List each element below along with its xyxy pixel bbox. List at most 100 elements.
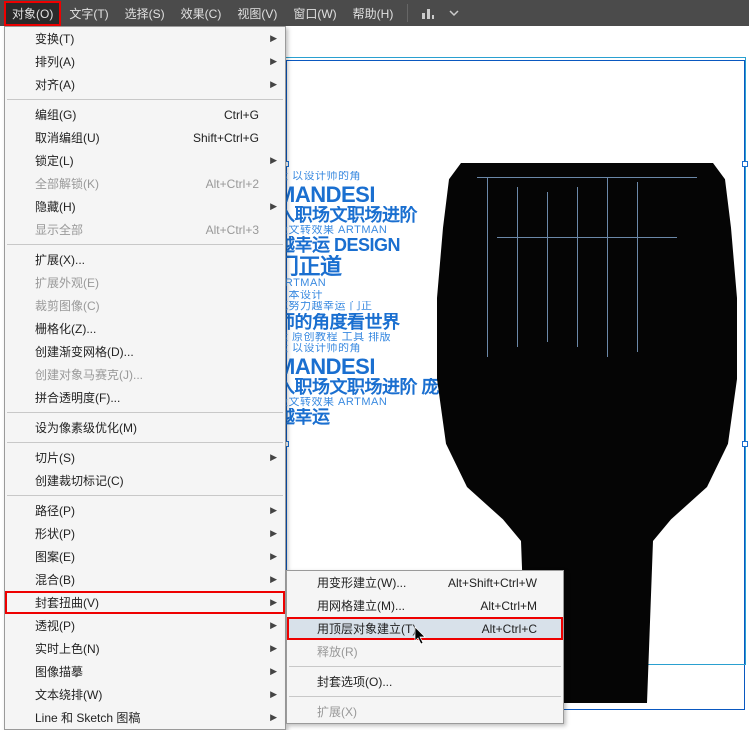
menu-item-E: 扩展外观(E) (5, 271, 285, 294)
background-text-art: 运 以设计师的角 MANDESI 入职场文职场进阶 版文转效果 ARTMAN 越… (277, 171, 457, 427)
menu-item-label: 路径(P) (35, 502, 75, 519)
menu-item-O[interactable]: 封套选项(O)... (287, 670, 563, 693)
mouse-cursor (414, 626, 428, 646)
menu-shortcut: Shift+Ctrl+G (193, 131, 259, 145)
menu-item-label: 对齐(A) (35, 76, 75, 93)
menu-item-label: 混合(B) (35, 571, 75, 588)
menubar: 对象(O) 文字(T) 选择(S) 效果(C) 视图(V) 窗口(W) 帮助(H… (0, 0, 749, 26)
menu-item-[interactable]: 图像描摹▶ (5, 660, 285, 683)
menu-item-M[interactable]: 用网格建立(M)... Alt+Ctrl+M (287, 594, 563, 617)
menu-item-V[interactable]: 封套扭曲(V) ▶ (5, 591, 285, 614)
menu-item-B[interactable]: 混合(B) ▶ (5, 568, 285, 591)
menu-item-label: 栅格化(Z)... (35, 320, 96, 337)
menu-item-U[interactable]: 取消编组(U) Shift+Ctrl+G (5, 126, 285, 149)
menu-type[interactable]: 文字(T) (61, 1, 116, 26)
menu-item-W[interactable]: 文本绕排(W)▶ (5, 683, 285, 706)
bar-chart-icon[interactable] (420, 5, 436, 21)
menu-item-X[interactable]: 扩展(X)... (5, 248, 285, 271)
menu-item-: 显示全部 Alt+Ctrl+3 (5, 218, 285, 241)
menu-item-C: 裁剪图像(C) (5, 294, 285, 317)
menu-item-label: 隐藏(H) (35, 198, 76, 215)
menu-item-K: 全部解锁(K) Alt+Ctrl+2 (5, 172, 285, 195)
menu-item-label: 用网格建立(M)... (317, 597, 405, 614)
menu-item-label: 全部解锁(K) (35, 175, 99, 192)
menu-item-label: 扩展(X) (317, 703, 357, 720)
menu-item-P[interactable]: 透视(P)▶ (5, 614, 285, 637)
menu-shortcut: Alt+Shift+Ctrl+W (448, 576, 537, 590)
menu-item-W[interactable]: 用变形建立(W)... Alt+Shift+Ctrl+W (287, 571, 563, 594)
submenu-arrow-icon: ▶ (270, 505, 277, 516)
menu-select[interactable]: 选择(S) (117, 1, 173, 26)
submenu-arrow-icon: ▶ (270, 155, 277, 166)
menu-item-label: 创建对象马赛克(J)... (35, 366, 143, 383)
menu-effect[interactable]: 效果(C) (173, 1, 230, 26)
menu-item-label: 图案(E) (35, 548, 75, 565)
menu-item-A[interactable]: 排列(A)▶ (5, 50, 285, 73)
menu-item-E[interactable]: 图案(E) ▶ (5, 545, 285, 568)
menu-item-label: 用变形建立(W)... (317, 574, 406, 591)
submenu-arrow-icon: ▶ (270, 666, 277, 677)
menu-item-label: 封套扭曲(V) (35, 594, 99, 611)
menu-item-N[interactable]: 实时上色(N)▶ (5, 637, 285, 660)
menu-item-F[interactable]: 拼合透明度(F)... (5, 386, 285, 409)
menu-separator (7, 442, 283, 443)
menu-item-P[interactable]: 路径(P) ▶ (5, 499, 285, 522)
menu-item-label: 设为像素级优化(M) (35, 419, 137, 436)
menu-item-J: 创建对象马赛克(J)... (5, 363, 285, 386)
selection-handle[interactable] (742, 161, 748, 167)
submenu-arrow-icon: ▶ (270, 452, 277, 463)
submenu-arrow-icon: ▶ (270, 551, 277, 562)
menu-separator (289, 696, 561, 697)
envelope-distort-submenu: 用变形建立(W)... Alt+Shift+Ctrl+W 用网格建立(M)... Al… (286, 570, 564, 724)
menu-item-M[interactable]: 设为像素级优化(M) (5, 416, 285, 439)
chevron-down-icon[interactable] (446, 5, 462, 21)
submenu-arrow-icon: ▶ (270, 56, 277, 67)
menu-item-Z[interactable]: 栅格化(Z)... (5, 317, 285, 340)
menu-item-label: 文本绕排(W) (35, 686, 102, 703)
menu-item-label: 切片(S) (35, 449, 75, 466)
menu-item-label: 扩展(X)... (35, 251, 85, 268)
menu-shortcut: Alt+Ctrl+M (480, 599, 537, 613)
menu-shortcut: Alt+Ctrl+2 (206, 177, 259, 191)
menu-item-label: 封套选项(O)... (317, 673, 392, 690)
menu-object[interactable]: 对象(O) (4, 1, 61, 26)
object-menu-dropdown: 变换(T)▶排列(A)▶对齐(A)▶编组(G)Ctrl+G取消编组(U)Shif… (4, 26, 286, 730)
menu-item-H[interactable]: 隐藏(H) ▶ (5, 195, 285, 218)
submenu-arrow-icon: ▶ (270, 79, 277, 90)
submenu-arrow-icon: ▶ (270, 597, 277, 608)
menu-window[interactable]: 窗口(W) (285, 1, 344, 26)
menu-item-S[interactable]: 切片(S) ▶ (5, 446, 285, 469)
menu-item-A[interactable]: 对齐(A) ▶ (5, 73, 285, 96)
menu-item-label: 创建渐变网格(D)... (35, 343, 134, 360)
menu-item-label: 取消编组(U) (35, 129, 100, 146)
menu-item-L[interactable]: 锁定(L) ▶ (5, 149, 285, 172)
menu-item-label: 形状(P) (35, 525, 75, 542)
menu-item-label: 变换(T) (35, 30, 74, 47)
menu-view[interactable]: 视图(V) (229, 1, 285, 26)
submenu-arrow-icon: ▶ (270, 33, 277, 44)
menu-item-P[interactable]: 形状(P) ▶ (5, 522, 285, 545)
submenu-arrow-icon: ▶ (270, 574, 277, 585)
submenu-arrow-icon: ▶ (270, 201, 277, 212)
menu-item-label: 编组(G) (35, 106, 76, 123)
menu-item-LineSketch[interactable]: Line 和 Sketch 图稿▶ (5, 706, 285, 729)
submenu-arrow-icon: ▶ (270, 643, 277, 654)
submenu-arrow-icon: ▶ (270, 528, 277, 539)
menu-item-label: 释放(R) (317, 643, 358, 660)
menu-separator (7, 244, 283, 245)
menu-item-label: 用顶层对象建立(T) (317, 620, 416, 637)
menu-item-D[interactable]: 创建渐变网格(D)... (5, 340, 285, 363)
menu-item-label: 裁剪图像(C) (35, 297, 100, 314)
submenu-arrow-icon: ▶ (270, 620, 277, 631)
menu-separator (7, 412, 283, 413)
menu-item-label: 锁定(L) (35, 152, 74, 169)
menu-help[interactable]: 帮助(H) (345, 1, 402, 26)
menu-item-label: 拼合透明度(F)... (35, 389, 120, 406)
menu-item-T[interactable]: 变换(T) ▶ (5, 27, 285, 50)
menu-item-C[interactable]: 创建裁切标记(C) (5, 469, 285, 492)
menu-shortcut: Alt+Ctrl+3 (206, 223, 259, 237)
menu-item-label: 显示全部 (35, 221, 83, 238)
selection-handle[interactable] (742, 441, 748, 447)
menu-item-G[interactable]: 编组(G)Ctrl+G (5, 103, 285, 126)
menu-item-label: Line 和 Sketch 图稿 (35, 709, 140, 726)
